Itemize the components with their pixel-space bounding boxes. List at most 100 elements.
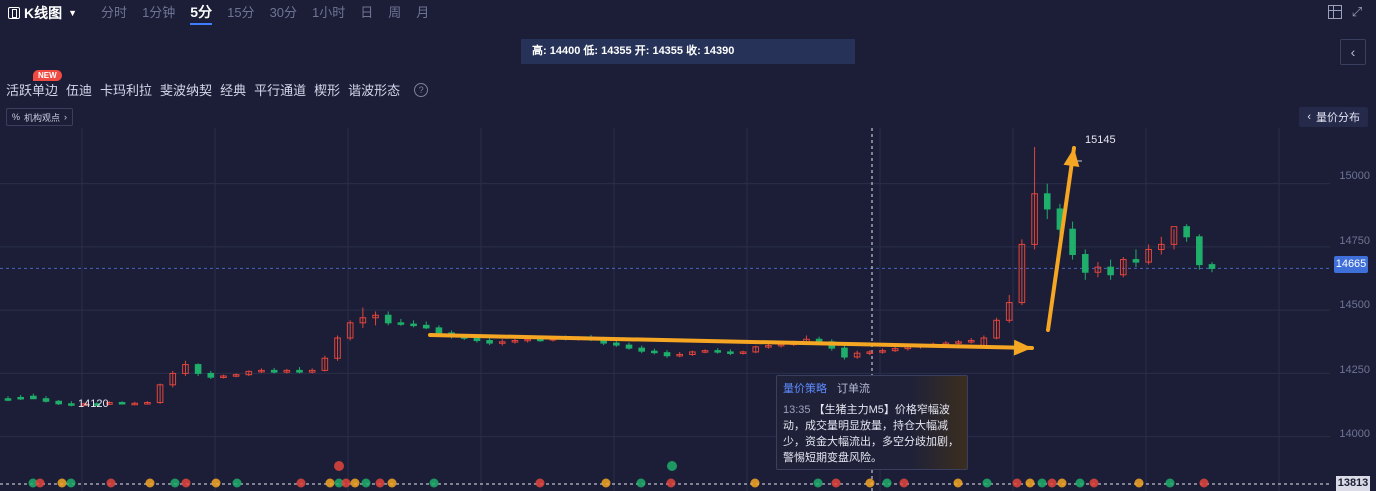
- tool-item[interactable]: 平行通道: [254, 80, 306, 99]
- tool-item[interactable]: 活跃单边: [6, 80, 58, 99]
- candle-body: [422, 324, 430, 329]
- candle-body: [17, 396, 24, 400]
- kline-icon: [8, 7, 20, 19]
- caret-down-icon: ▼: [68, 8, 78, 18]
- institution-view-button[interactable]: % 机构观点 ›: [6, 108, 74, 126]
- price-axis-label: 14750: [1339, 235, 1370, 247]
- tool-item[interactable]: 经典: [220, 80, 246, 99]
- event-marker-icon: [334, 461, 344, 471]
- percent-icon: %: [12, 112, 21, 122]
- tooltip-text: 警惕短期变盘风险。: [783, 452, 882, 464]
- event-marker-icon: [813, 478, 823, 488]
- chart-type-dropdown[interactable]: K线图 ▼: [8, 3, 77, 23]
- event-marker-icon: [387, 478, 397, 488]
- price-axis-label: 14250: [1339, 364, 1370, 376]
- drawing-tools-row: 活跃单边 伍迪 卡玛利拉 斐波纳契 经典 平行通道 楔形 谐波形态 ?: [6, 80, 429, 99]
- tooltip-text: 【生猪主力M5】价格窄幅波: [813, 404, 950, 416]
- chart-type-label: K线图: [24, 5, 63, 21]
- candle-body: [473, 337, 481, 342]
- candle-body: [384, 314, 392, 324]
- event-marker-icon: [325, 478, 335, 488]
- event-marker-icon: [57, 478, 67, 488]
- tab-order-flow[interactable]: 订单流: [837, 380, 870, 396]
- tool-item[interactable]: 斐波纳契: [160, 80, 212, 99]
- event-marker-icon: [296, 478, 306, 488]
- candle-body: [118, 402, 126, 405]
- tab-volume-price-strategy[interactable]: 量价策略: [783, 380, 827, 396]
- period-tabs: 分时 1分钟 5分 15分 30分 1小时日周月: [101, 2, 444, 25]
- event-marker-icon: [66, 478, 76, 488]
- price-axis-label: 15000: [1339, 170, 1370, 182]
- chevron-right-icon: ›: [64, 112, 68, 122]
- event-marker-icon: [181, 478, 191, 488]
- fullscreen-icon[interactable]: ⤢: [1350, 5, 1364, 19]
- top-right-tools: ⤢: [1328, 5, 1364, 19]
- horizontal-arrow: [428, 333, 1034, 350]
- price-axis-label: 14000: [1339, 428, 1370, 440]
- event-marker-icon: [535, 478, 545, 488]
- event-marker-icon: [1165, 478, 1175, 488]
- tool-item[interactable]: 谐波形态: [348, 80, 400, 99]
- tooltip-text: 少，资金大幅流出，多空分歧加剧，: [783, 436, 959, 448]
- current-price-tag: 14665: [1334, 256, 1368, 273]
- event-marker-icon: [1199, 478, 1209, 488]
- volume-distribution-button[interactable]: ‹ 量价分布: [1299, 107, 1368, 127]
- candle-body: [651, 350, 658, 354]
- layout-grid-icon[interactable]: [1328, 5, 1342, 19]
- help-icon[interactable]: ?: [414, 82, 429, 97]
- candle-body: [625, 344, 633, 349]
- event-marker-icon: [1037, 478, 1047, 488]
- event-marker-icon: [35, 478, 45, 488]
- event-marker-icon: [750, 478, 760, 488]
- crosshair-price-tag: 13813: [1336, 476, 1370, 491]
- event-marker-icon: [1047, 478, 1057, 488]
- tool-item[interactable]: 伍迪: [66, 80, 92, 99]
- candle-body: [663, 352, 671, 357]
- candle-body: [536, 338, 544, 342]
- period-tab[interactable]: 1小时: [312, 2, 345, 25]
- candle-body: [194, 364, 202, 374]
- horizontal-arrow-head: [1013, 339, 1032, 356]
- period-tab[interactable]: 月: [416, 2, 429, 25]
- candle-body: [207, 372, 215, 378]
- event-marker-icon: [667, 461, 677, 471]
- tooltip-time: 13:35: [783, 404, 811, 416]
- candle-body: [397, 322, 405, 325]
- candle-body: [1183, 226, 1190, 238]
- collapse-panel-button[interactable]: ‹: [1340, 39, 1366, 65]
- low-price-annotation: 14120: [78, 398, 109, 410]
- period-tab[interactable]: 30分: [270, 2, 297, 25]
- period-tab[interactable]: 1分钟: [142, 2, 175, 25]
- candle-body: [841, 347, 848, 358]
- period-tab[interactable]: 5分: [190, 2, 213, 25]
- period-tab[interactable]: 15分: [227, 2, 254, 25]
- event-marker-icon: [953, 478, 963, 488]
- event-marker-icon: [361, 478, 371, 488]
- candle-body: [613, 342, 620, 346]
- event-marker-icon: [145, 478, 155, 488]
- price-axis-label: 14500: [1339, 299, 1370, 311]
- candle-body: [410, 323, 417, 327]
- candle-body: [435, 327, 443, 334]
- event-marker-icon: [899, 478, 909, 488]
- event-marker-icon: [1025, 478, 1035, 488]
- tool-item[interactable]: 楔形: [314, 80, 340, 99]
- candlestick-chart[interactable]: [0, 128, 1376, 491]
- strategy-tooltip: 量价策略 订单流 13:35 【生猪主力M5】价格窄幅波 动，成交量明显放量，持…: [776, 375, 968, 470]
- period-tab[interactable]: 日: [360, 2, 373, 25]
- candle-body: [1069, 228, 1076, 256]
- event-marker-icon: [232, 478, 242, 488]
- tool-item[interactable]: 卡玛利拉: [100, 80, 152, 99]
- chevron-left-icon: ‹: [1307, 111, 1311, 123]
- top-bar: K线图 ▼ 分时 1分钟 5分 15分 30分 1小时日周月 ⤢: [0, 0, 1376, 26]
- candle-body: [1081, 254, 1089, 273]
- candle-body: [270, 369, 278, 373]
- event-marker-icon: [341, 478, 351, 488]
- breakout-arrow-head: [1063, 148, 1080, 167]
- event-marker-icon: [831, 478, 841, 488]
- institution-view-label: 机构观点: [24, 112, 61, 123]
- period-tab[interactable]: 周: [388, 2, 401, 25]
- event-marker-icon: [1134, 478, 1144, 488]
- period-tab[interactable]: 分时: [101, 2, 127, 25]
- candle-body: [1043, 193, 1051, 210]
